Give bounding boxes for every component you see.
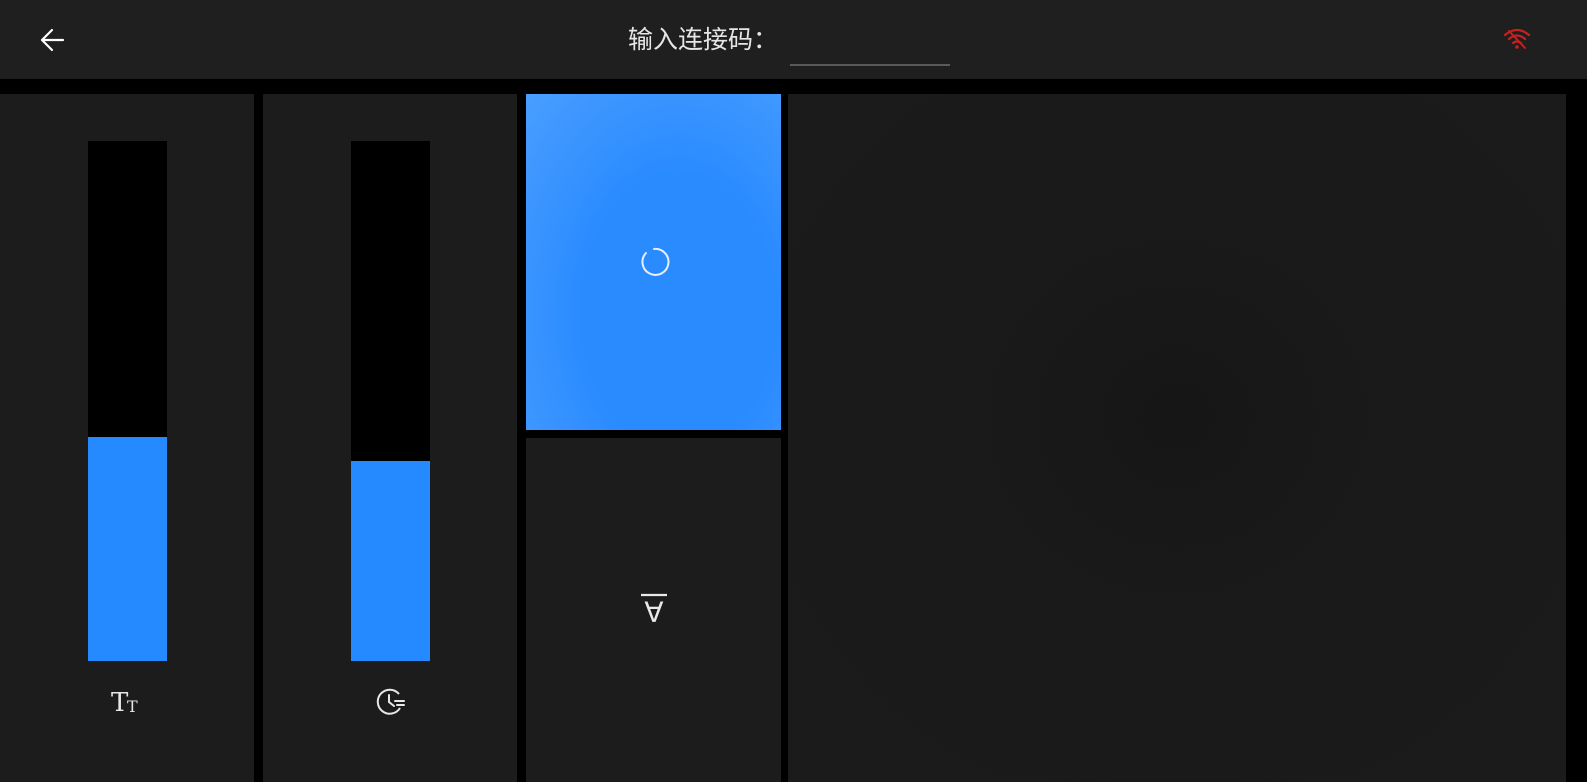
timer-slider[interactable] (351, 141, 430, 661)
timer-panel (263, 94, 517, 782)
top-bar: 输入连接码： (0, 0, 1587, 79)
wifi-status-button[interactable] (1500, 24, 1534, 54)
connect-code-input[interactable] (790, 22, 951, 66)
arrow-left-icon (40, 28, 65, 52)
text-size-slider[interactable] (88, 141, 167, 661)
back-button[interactable] (34, 22, 70, 58)
text-size-panel: T T (0, 94, 254, 782)
for-all-tile-button[interactable]: ∀ (526, 438, 781, 782)
wifi-disconnected-icon (1503, 28, 1531, 49)
connect-code-group: 输入连接码： (628, 16, 951, 66)
timer-slider-fill (351, 460, 430, 661)
touchpad-area[interactable] (788, 94, 1566, 782)
svg-text:∀: ∀ (644, 596, 663, 628)
text-size-slider-fill (88, 437, 167, 661)
loading-spinner-icon (637, 245, 671, 279)
for-all-symbol-icon: ∀ (637, 592, 671, 628)
refresh-tile-button[interactable] (526, 94, 781, 430)
text-size-icon: T T (107, 682, 147, 722)
connect-code-label: 输入连接码： (628, 25, 779, 54)
svg-text:T: T (127, 697, 138, 716)
timer-icon (370, 682, 410, 722)
